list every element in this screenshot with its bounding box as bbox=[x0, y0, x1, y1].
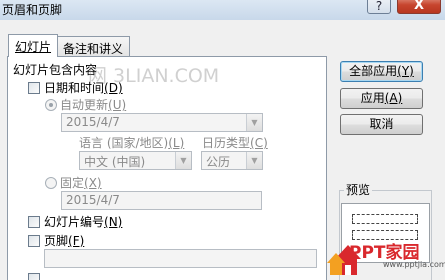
apply-label: 应用 bbox=[360, 91, 385, 105]
footer-label[interactable]: 页脚(F) bbox=[44, 232, 84, 249]
calendar-label: 日历类型(C) bbox=[202, 134, 268, 151]
apply-all-key: (Y) bbox=[397, 64, 414, 78]
language-value: 中文 (中国) bbox=[84, 155, 146, 169]
language-key: (L) bbox=[168, 136, 185, 150]
apply-button[interactable]: 应用(A) bbox=[340, 88, 423, 109]
apply-key: (A) bbox=[384, 91, 403, 105]
fixed-date-input[interactable]: 2015/4/7 bbox=[61, 191, 262, 210]
fixed-label-text: 固定 bbox=[60, 176, 85, 190]
radio-selected-dot bbox=[49, 103, 53, 107]
tab-slide-label: 幻灯片 bbox=[15, 40, 52, 54]
slide-number-label-text: 幻灯片编号 bbox=[44, 215, 105, 229]
calendar-key: (C) bbox=[250, 136, 268, 150]
language-label: 语言 (国家/地区)(L) bbox=[79, 134, 184, 151]
preview-placeholder-top bbox=[352, 214, 418, 224]
fixed-radio[interactable] bbox=[45, 177, 57, 189]
apply-all-label: 全部应用 bbox=[349, 64, 398, 78]
auto-update-radio[interactable] bbox=[45, 99, 57, 111]
cancel-label: 取消 bbox=[369, 117, 394, 131]
auto-date-select[interactable]: 2015/4/7 ▼ bbox=[61, 113, 263, 132]
slide-number-key: (N) bbox=[104, 215, 123, 229]
auto-update-label-text: 自动更新 bbox=[60, 98, 109, 112]
chevron-down-icon: ▼ bbox=[246, 114, 262, 131]
tab-notes-handouts[interactable]: 备注和讲义 bbox=[56, 36, 131, 57]
footer-key: (F) bbox=[68, 234, 85, 248]
slide-number-label[interactable]: 幻灯片编号(N) bbox=[44, 213, 122, 230]
content-group-label: 幻灯片包含内容 bbox=[13, 63, 98, 77]
tab-slide[interactable]: 幻灯片 bbox=[8, 34, 59, 57]
tab-notes-label: 备注和讲义 bbox=[63, 42, 124, 56]
footer-checkbox[interactable] bbox=[28, 235, 40, 247]
auto-date-value: 2015/4/7 bbox=[66, 115, 120, 129]
chevron-down-icon: ▼ bbox=[246, 152, 262, 169]
fixed-label[interactable]: 固定(X) bbox=[60, 174, 102, 191]
calendar-select[interactable]: 公历 ▼ bbox=[201, 151, 263, 170]
language-label-text: 语言 (国家/地区) bbox=[79, 136, 169, 150]
footer-input[interactable] bbox=[44, 249, 317, 268]
footer-label-text: 页脚 bbox=[44, 234, 69, 248]
close-icon: X bbox=[413, 0, 425, 13]
partial-checkbox[interactable] bbox=[28, 273, 40, 280]
auto-update-key: (U) bbox=[108, 98, 127, 112]
fixed-date-value: 2015/4/7 bbox=[66, 193, 120, 207]
cancel-button[interactable]: 取消 bbox=[340, 114, 423, 135]
title-bar: 页眉和页脚 ? X bbox=[0, 0, 445, 20]
logo-url: www.pptjia.com bbox=[383, 260, 445, 269]
chevron-down-icon: ▼ bbox=[175, 152, 191, 169]
window-title: 页眉和页脚 bbox=[2, 3, 63, 17]
site-watermark: 网 3LIAN.COM bbox=[88, 65, 220, 87]
help-icon: ? bbox=[375, 0, 383, 13]
calendar-label-text: 日历类型 bbox=[202, 136, 251, 150]
auto-update-label[interactable]: 自动更新(U) bbox=[60, 96, 126, 113]
preview-label: 预览 bbox=[344, 181, 373, 198]
datetime-checkbox[interactable] bbox=[28, 82, 40, 94]
slide-number-checkbox[interactable] bbox=[28, 216, 40, 228]
apply-all-button[interactable]: 全部应用(Y) bbox=[340, 61, 423, 82]
fixed-key: (X) bbox=[84, 176, 102, 190]
language-select[interactable]: 中文 (中国) ▼ bbox=[79, 151, 192, 170]
help-button[interactable]: ? bbox=[367, 0, 391, 14]
close-button[interactable]: X bbox=[397, 0, 441, 14]
calendar-value: 公历 bbox=[206, 155, 231, 169]
